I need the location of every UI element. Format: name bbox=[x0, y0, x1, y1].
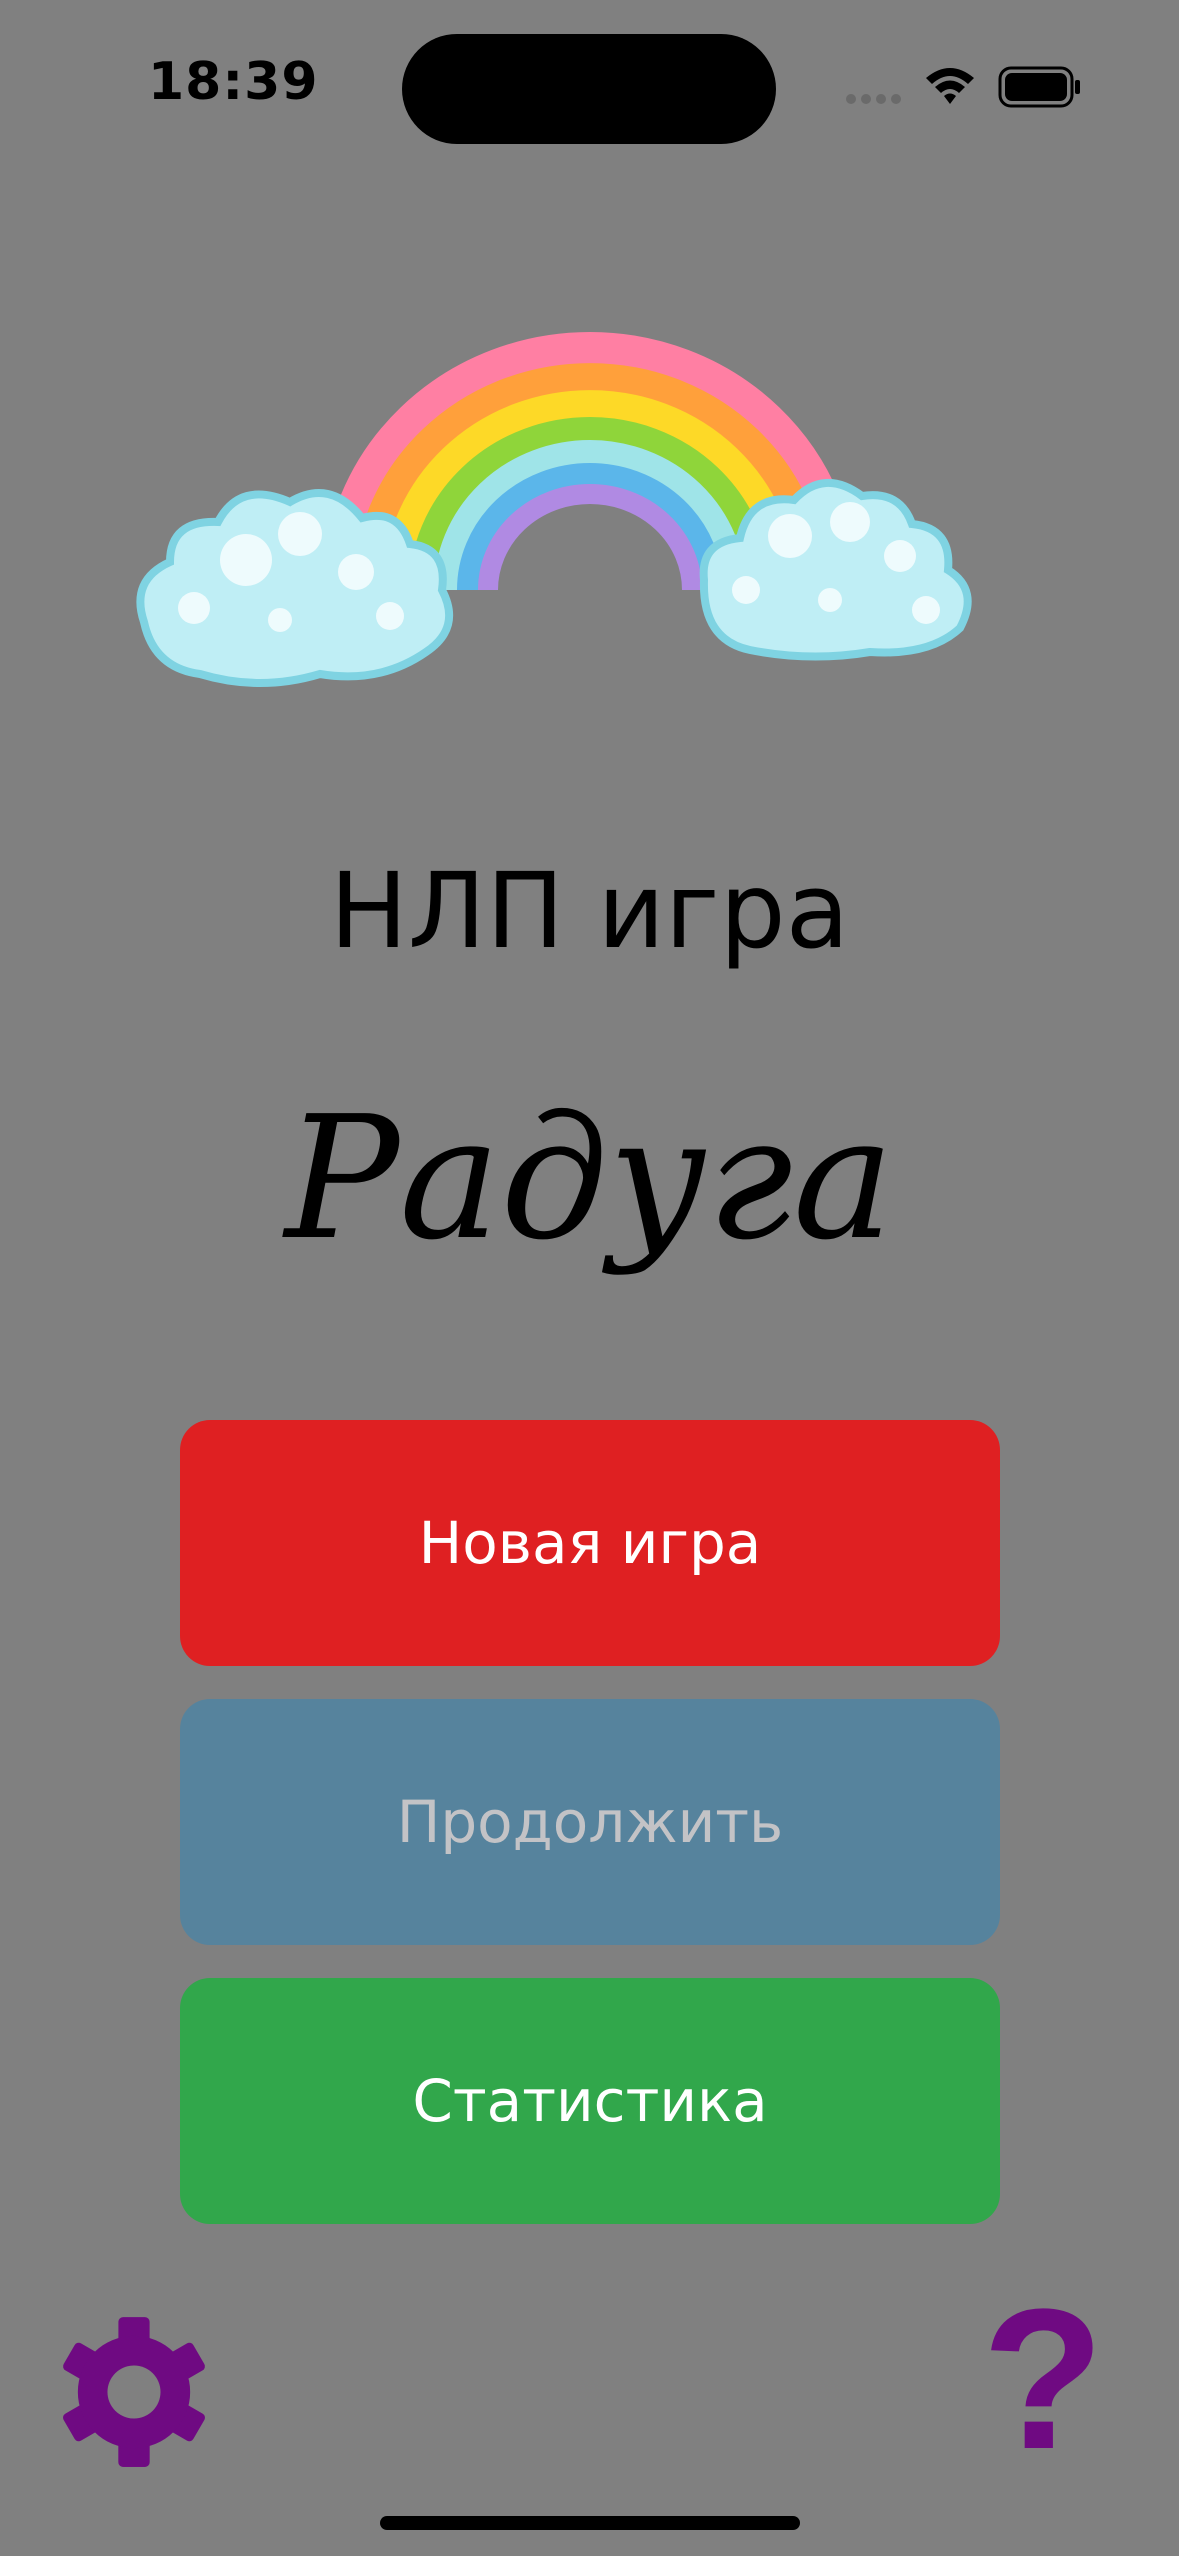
dynamic-island bbox=[402, 34, 776, 144]
home-indicator[interactable] bbox=[380, 2516, 800, 2530]
gear-icon[interactable] bbox=[56, 2314, 212, 2470]
status-bar: 18:39 bbox=[0, 0, 1179, 160]
wifi-icon bbox=[926, 68, 974, 104]
rainbow-image bbox=[136, 332, 972, 687]
statistics-button[interactable]: Статистика bbox=[180, 1978, 1000, 2224]
new-game-button[interactable]: Новая игра bbox=[180, 1420, 1000, 1666]
game-subtitle: НЛП игра bbox=[329, 850, 850, 972]
status-time: 18:39 bbox=[148, 52, 319, 112]
battery-icon bbox=[998, 66, 1080, 108]
game-title: Радуга bbox=[284, 1080, 895, 1278]
cellular-signal-icon bbox=[846, 94, 901, 104]
continue-button[interactable]: Продолжить bbox=[180, 1699, 1000, 1945]
help-button[interactable]: ? bbox=[968, 2280, 1118, 2480]
